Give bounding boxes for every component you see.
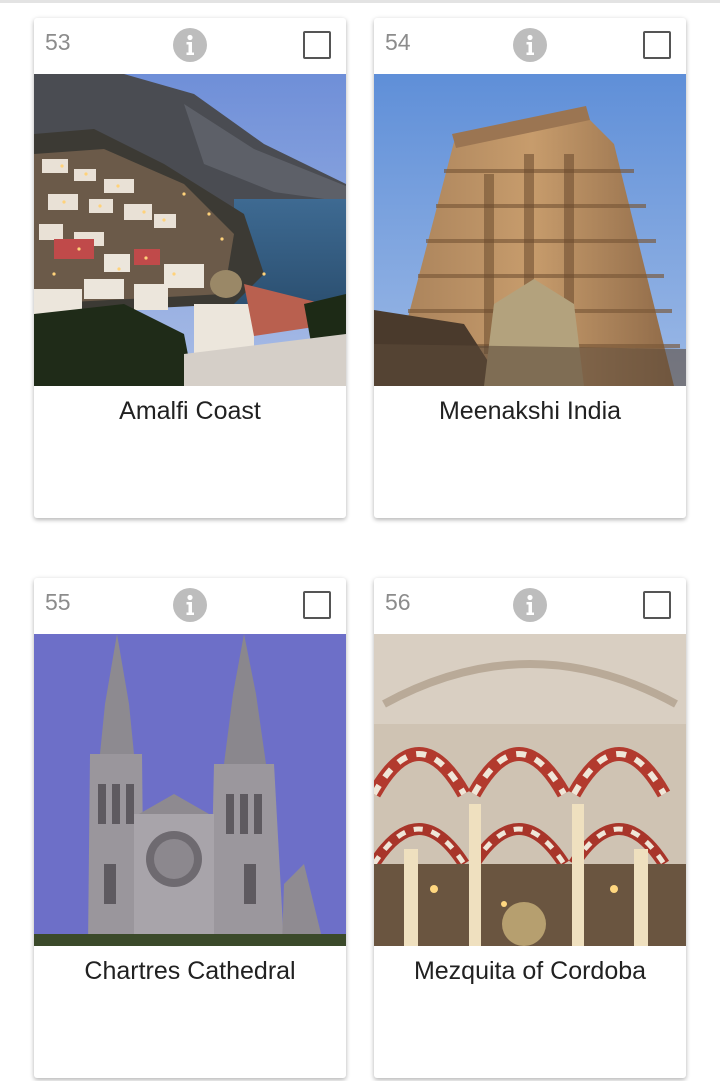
card-meenakshi-india[interactable]: 54 Meenakshi India: [374, 18, 686, 518]
card-header: 55: [34, 578, 346, 634]
mezquita-cordoba-photo[interactable]: [374, 634, 686, 946]
top-divider: [0, 0, 720, 3]
card-amalfi-coast[interactable]: 53 Amalfi Coast: [34, 18, 346, 518]
select-checkbox[interactable]: [643, 31, 671, 59]
info-icon[interactable]: [173, 588, 207, 622]
card-title: Meenakshi India: [438, 397, 622, 425]
card-number: 53: [45, 29, 71, 55]
card-number: 56: [385, 589, 411, 615]
select-checkbox[interactable]: [303, 31, 331, 59]
info-icon[interactable]: [513, 588, 547, 622]
card-mezquita-of-cordoba[interactable]: 56 Mezquita of Cordoba: [374, 578, 686, 1078]
card-chartres-cathedral[interactable]: 55 Chartres Cathedral: [34, 578, 346, 1078]
card-title: Mezquita of Cordoba: [413, 957, 647, 985]
card-header: 56: [374, 578, 686, 634]
card-number: 55: [45, 589, 71, 615]
chartres-cathedral-photo[interactable]: [34, 634, 346, 946]
card-title: Amalfi Coast: [119, 397, 261, 425]
info-icon[interactable]: [173, 28, 207, 62]
card-header: 54: [374, 18, 686, 74]
select-checkbox[interactable]: [303, 591, 331, 619]
card-number: 54: [385, 29, 411, 55]
card-header: 53: [34, 18, 346, 74]
meenakshi-temple-photo[interactable]: [374, 74, 686, 386]
amalfi-coast-photo[interactable]: [34, 74, 346, 386]
card-title: Chartres Cathedral: [84, 957, 296, 985]
info-icon[interactable]: [513, 28, 547, 62]
select-checkbox[interactable]: [643, 591, 671, 619]
